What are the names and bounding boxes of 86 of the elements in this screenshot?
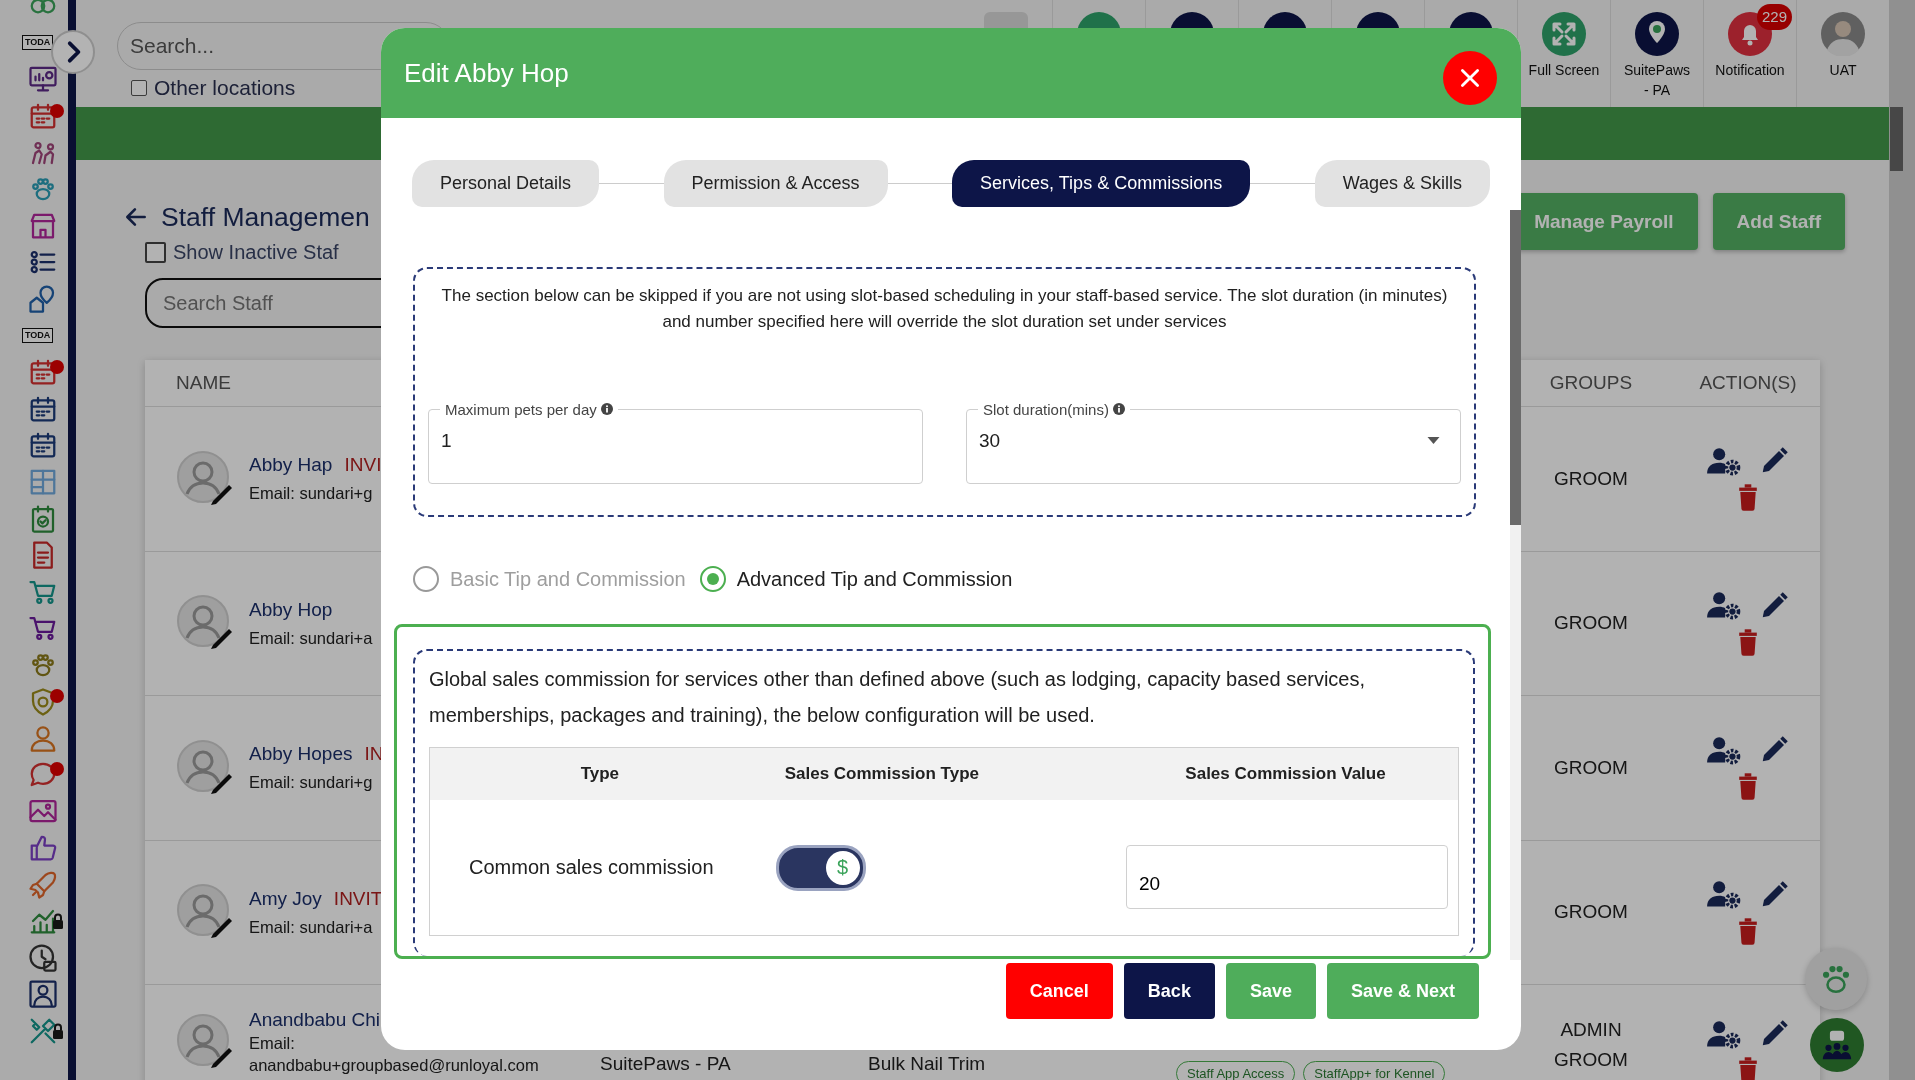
chat-button[interactable] [1810, 1018, 1864, 1072]
status-label: INVIT [333, 887, 383, 910]
trash-icon[interactable] [1737, 484, 1759, 512]
column-header: GROUPS [1548, 372, 1634, 394]
avatar-icon [177, 884, 233, 941]
service-text: Bulk Nail Trim [868, 1053, 986, 1074]
email-text: Email: sundari+g [249, 773, 374, 793]
fullscreen-icon[interactable] [1542, 12, 1586, 56]
email-text: Email: sundari+g [249, 484, 374, 504]
column-header: Type [429, 747, 770, 800]
scrollbar[interactable] [1889, 0, 1915, 1080]
info-icon [1113, 403, 1126, 415]
toolbar-label[interactable]: SuitePaws - PA [1620, 60, 1694, 100]
location-icon[interactable] [1635, 12, 1679, 56]
person-gear-icon[interactable] [1707, 735, 1741, 765]
tab[interactable]: Personal Details [412, 160, 600, 207]
group-text: GROOM [1554, 1049, 1628, 1071]
staff-name[interactable]: Abby Hap [249, 454, 333, 477]
rocket-icon[interactable] [28, 869, 58, 900]
person-gear-icon[interactable] [1707, 880, 1741, 910]
page-title: Staff Managemen [161, 201, 370, 234]
dialog-button[interactable]: Back [1123, 963, 1215, 1019]
radio-button[interactable] [699, 566, 726, 592]
close-button[interactable] [1443, 51, 1497, 105]
today-tag[interactable]: TODA [22, 35, 54, 51]
person-gear-icon[interactable] [1707, 1019, 1741, 1049]
avatar-icon [177, 739, 233, 796]
tab[interactable]: Services, Tips & Commissions [952, 160, 1251, 207]
field-label: Maximum pets per day [440, 401, 618, 418]
caret-icon [1427, 437, 1440, 445]
toolbar-label[interactable]: UAT [1829, 60, 1857, 80]
input-field[interactable]: Maximum pets per day 1 [428, 401, 923, 484]
trash-icon[interactable] [1737, 917, 1759, 945]
toolbar-label[interactable]: Full Screen [1528, 60, 1600, 80]
toolbar-label[interactable]: Notification [1715, 60, 1785, 80]
info-icon [600, 403, 613, 415]
staff-name[interactable]: Abby Hop [249, 598, 333, 621]
checkbox[interactable] [145, 242, 166, 263]
input-field[interactable]: 20 [1126, 844, 1448, 909]
trash-icon[interactable] [1737, 773, 1759, 801]
person-gear-icon[interactable] [1707, 591, 1741, 621]
group-chat-icon [1820, 1028, 1854, 1062]
radio-label[interactable]: Advanced Tip and Commission [736, 567, 1013, 591]
column-header: ACTION(S) [1698, 372, 1798, 394]
email-text: Email: sundari+a [249, 917, 374, 937]
avatar-icon [177, 450, 233, 507]
avatar-icon [177, 595, 233, 652]
dialog-button[interactable]: Cancel [1005, 963, 1113, 1019]
staff-name[interactable]: Amy Joy [249, 887, 322, 910]
checkbox[interactable] [131, 80, 147, 96]
avatar-icon [177, 1014, 233, 1070]
avatar-icon[interactable] [1821, 12, 1865, 56]
paw-button[interactable] [1805, 948, 1867, 1010]
tab[interactable]: Wages & Skills [1314, 160, 1490, 207]
select-field[interactable]: Slot duration(mins) 30 [966, 401, 1461, 484]
today-tag[interactable]: TODA [22, 328, 54, 344]
group-text: GROOM [1554, 467, 1628, 490]
location-text: SuitePaws - PA [600, 1053, 731, 1074]
column-header: Sales Commission Value [994, 747, 1459, 800]
trash-icon[interactable] [1737, 628, 1759, 656]
tab[interactable]: Permission & Access [663, 160, 888, 207]
info-text: Global sales commission for services other than defined above (such as lodging, capacity based services, memberships, packages and training), the below configuration will be used. [429, 667, 1367, 728]
group-text: ADMIN [1560, 1019, 1622, 1041]
person-gear-icon[interactable] [1707, 446, 1741, 476]
radio-button[interactable] [413, 566, 439, 592]
staff-name[interactable]: Abby Hopes [249, 743, 353, 766]
group-text: GROOM [1554, 756, 1628, 779]
group-text: GROOM [1554, 612, 1628, 635]
notification-count: 229 [1757, 4, 1793, 30]
staff-name[interactable]: Anandbabu Chi [249, 1009, 380, 1031]
profile-card-icon[interactable] [28, 979, 58, 1010]
checkbox-label: Other locations [154, 76, 296, 100]
checkbox-label: Show Inactive Staf [173, 241, 339, 264]
commission-type-text: Common sales commission [469, 856, 714, 878]
scrollbar[interactable] [1510, 210, 1521, 960]
email-text: Email: [249, 1034, 296, 1053]
group-text: GROOM [1554, 901, 1628, 924]
email-text: Email: sundari+a [249, 628, 373, 648]
column-header: NAME [175, 372, 232, 394]
clock-icon[interactable] [28, 942, 58, 973]
column-header: Sales Commission Type [769, 747, 994, 800]
email-text: anandbabu+groupbased@runloyal.com [249, 1056, 539, 1075]
person-icon[interactable] [28, 723, 58, 754]
trash-icon[interactable] [1737, 1057, 1759, 1080]
status-label: INVI [344, 454, 382, 477]
field-label: Slot duration(mins) [978, 401, 1131, 418]
